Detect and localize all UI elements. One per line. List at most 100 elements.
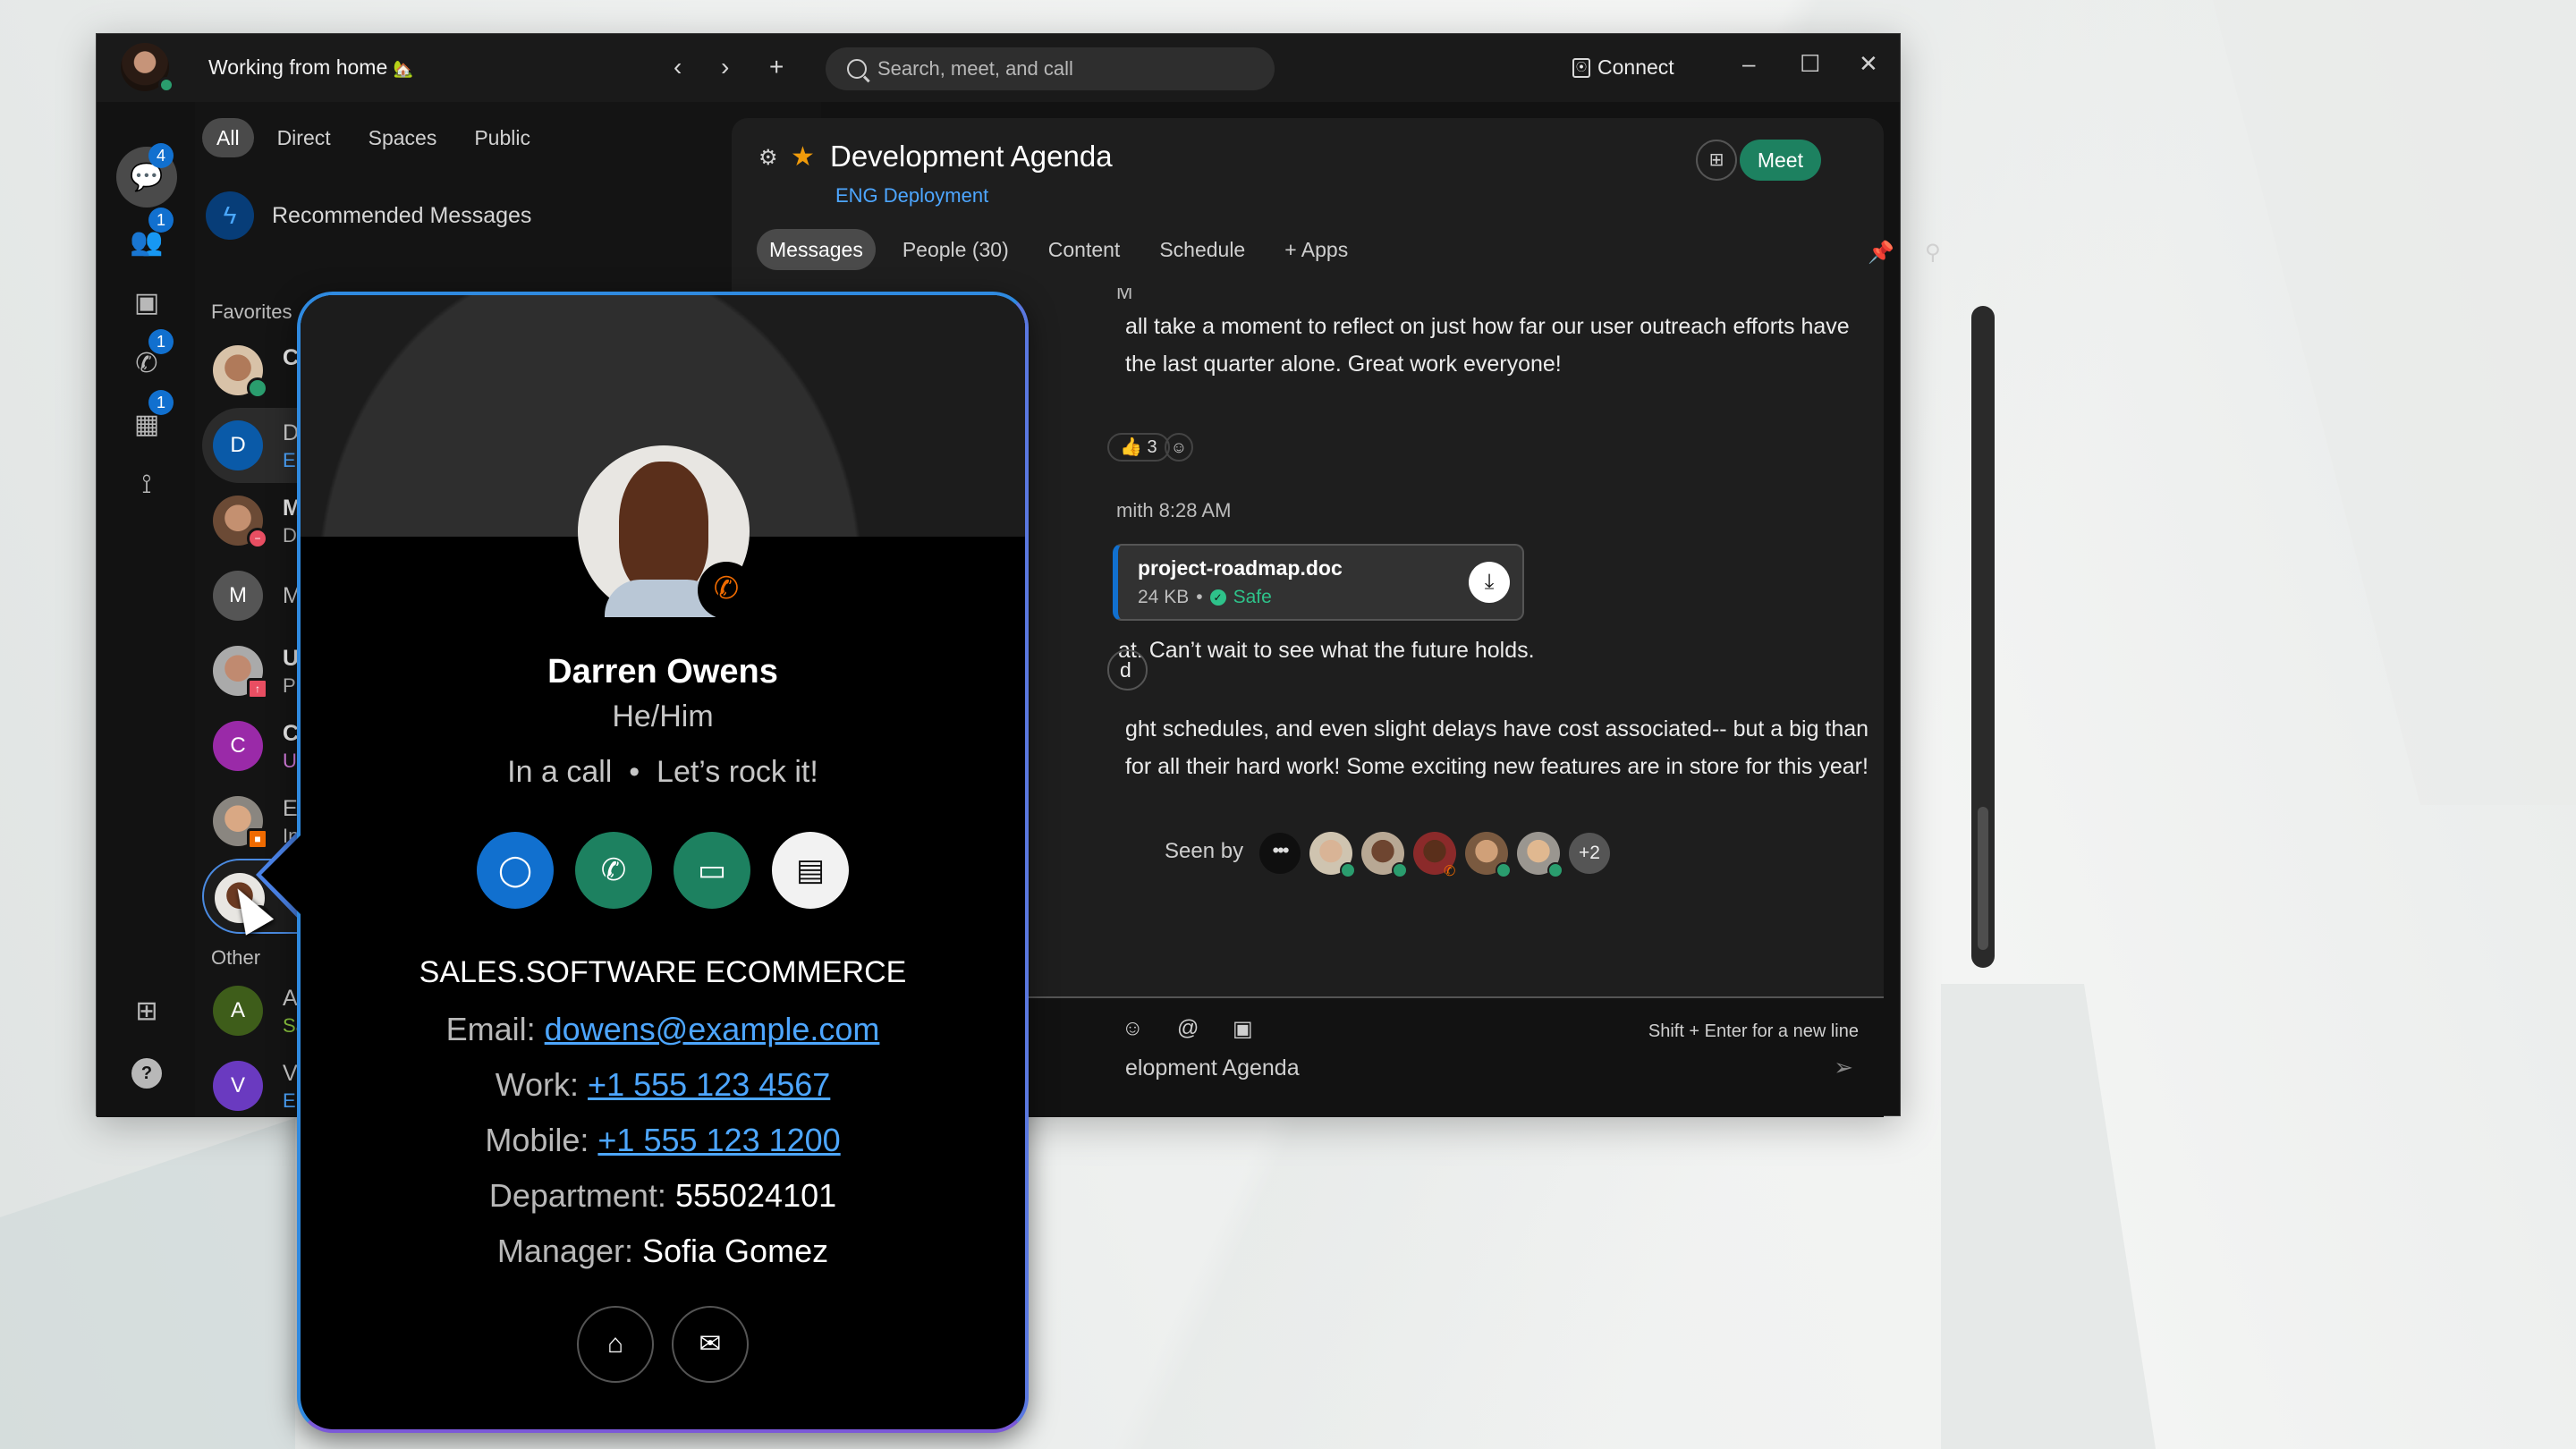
- filter-tabs: All Direct Spaces Public: [202, 118, 545, 157]
- message-button[interactable]: ◯: [477, 832, 554, 909]
- contact-department-row: Department: 555024101: [488, 1177, 837, 1214]
- message-input[interactable]: [1125, 1050, 1823, 1086]
- contact-avatar: ✆: [578, 445, 755, 619]
- back-button[interactable]: ‹: [674, 52, 682, 82]
- seen-by-avatars[interactable]: ••• ✆ +2: [1259, 832, 1610, 879]
- rail-calling[interactable]: ✆ 1: [116, 329, 177, 394]
- connect-button[interactable]: ⦿ Connect: [1572, 55, 1674, 80]
- schedule-meeting-button[interactable]: ⊞: [1696, 140, 1737, 181]
- id-card-icon: ▤: [795, 853, 826, 887]
- file-attachment[interactable]: project-roadmap.doc 24 KB • ✓ Safe ⤓: [1113, 544, 1524, 621]
- contact-actions: ◯ ✆ ▭ ▤: [301, 832, 1025, 909]
- close-button[interactable]: ✕: [1859, 50, 1878, 78]
- filter-all[interactable]: All: [202, 118, 254, 157]
- avatar: ■: [213, 796, 268, 850]
- presence-available-icon: [247, 377, 268, 399]
- email-link[interactable]: dowens@example.com: [545, 1011, 880, 1047]
- settings-gear-icon[interactable]: ⚙: [758, 145, 778, 171]
- filter-spaces[interactable]: Spaces: [354, 118, 452, 157]
- rail-apps[interactable]: ⊞: [116, 980, 177, 1041]
- tab-messages[interactable]: Messages: [757, 229, 876, 270]
- rail-messaging[interactable]: 💬 4: [116, 143, 177, 208]
- thread-pill[interactable]: d: [1107, 649, 1148, 691]
- envelope-icon: ✉: [699, 1329, 722, 1359]
- contact-secondary-actions: ⌂ ✉: [301, 1306, 1025, 1383]
- search-icon: [847, 59, 867, 79]
- view-profile-button[interactable]: ▤: [772, 832, 849, 909]
- mention-icon[interactable]: @: [1177, 1016, 1199, 1041]
- work-phone-link[interactable]: +1 555 123 4567: [588, 1066, 830, 1103]
- presenting-icon: ↑: [247, 678, 268, 699]
- rail-meetings[interactable]: ▦ 1: [116, 390, 177, 454]
- pin-icon[interactable]: 📌: [1868, 240, 1894, 266]
- message-text: all take a moment to reflect on just how…: [1125, 314, 1850, 339]
- team-link[interactable]: ENG Deployment: [835, 184, 988, 208]
- minimize-button[interactable]: –: [1742, 50, 1755, 78]
- unread-badge: 1: [148, 329, 174, 354]
- reaction-thumbs-up[interactable]: 👍 3: [1107, 433, 1170, 462]
- favorite-star-icon[interactable]: ★: [791, 141, 815, 173]
- avatar: V: [213, 1061, 263, 1111]
- in-call-icon: ✆: [698, 562, 755, 619]
- person-tag-icon: ⌂: [606, 1329, 624, 1359]
- forward-button[interactable]: ›: [721, 52, 729, 82]
- nav-rail: 💬 4 👥 1 ▣ ✆ 1 ▦ 1 ⟟ ⊞ ?: [97, 102, 195, 1117]
- calendar-plus-icon: ⊞: [1708, 150, 1724, 170]
- filter-public[interactable]: Public: [460, 118, 545, 157]
- mobile-phone-link[interactable]: +1 555 123 1200: [597, 1122, 840, 1158]
- rail-help[interactable]: ?: [116, 1043, 177, 1104]
- avatar: [1309, 832, 1356, 878]
- more-dots-icon[interactable]: •••: [1259, 833, 1301, 874]
- avatar: [1517, 832, 1563, 878]
- avatar: ↑: [213, 646, 268, 699]
- contact-name: Darren Owens: [547, 653, 778, 691]
- space-title: Development Agenda: [830, 140, 1113, 173]
- contact-organization: SALES.SOFTWARE ECOMMERCE: [419, 955, 907, 989]
- scrollbar-thumb[interactable]: [1978, 807, 1988, 950]
- emoji-icon[interactable]: ☺: [1122, 1016, 1144, 1041]
- message-text: ght schedules, and even slight delays ha…: [1125, 716, 1868, 741]
- search-icon[interactable]: ⚲: [1925, 240, 1941, 266]
- in-meeting-icon: ■: [247, 828, 268, 850]
- tab-apps[interactable]: + Apps: [1272, 229, 1360, 270]
- contact-email-row: Email: dowens@example.com: [445, 1011, 880, 1047]
- my-avatar[interactable]: [121, 43, 174, 93]
- tab-people[interactable]: People (30): [890, 229, 1021, 270]
- unread-badge: 1: [148, 390, 174, 415]
- chat-bubble-icon: ◯: [497, 853, 533, 887]
- phone-icon: ✆: [600, 853, 627, 887]
- in-call-icon: ✆: [1444, 864, 1456, 879]
- tab-content[interactable]: Content: [1036, 229, 1133, 270]
- video-call-button[interactable]: ▭: [674, 832, 750, 909]
- rail-contacts[interactable]: ▣: [116, 272, 177, 333]
- contact-manager-row: Manager: Sofia Gomez: [496, 1233, 829, 1269]
- message-text: the last quarter alone. Great work every…: [1125, 352, 1562, 377]
- search-input[interactable]: [877, 57, 1235, 80]
- send-icon[interactable]: ➢: [1834, 1054, 1853, 1081]
- wallpaper-shape: [2213, 0, 2576, 805]
- add-reaction-icon[interactable]: ☺: [1165, 433, 1193, 462]
- rail-workflows[interactable]: ⟟: [116, 454, 177, 515]
- maximize-button[interactable]: ☐: [1800, 50, 1820, 78]
- download-icon[interactable]: ⤓: [1469, 562, 1510, 603]
- search-bar[interactable]: [826, 47, 1275, 90]
- meet-button[interactable]: Meet: [1739, 140, 1821, 181]
- message-scrollbar[interactable]: [1971, 306, 1995, 968]
- status-message[interactable]: Working from home 🏡: [208, 55, 413, 80]
- seen-more-count[interactable]: +2: [1569, 833, 1610, 874]
- filter-direct[interactable]: Direct: [263, 118, 345, 157]
- presence-available-icon: [158, 77, 174, 93]
- tab-schedule[interactable]: Schedule: [1147, 229, 1258, 270]
- seen-by-label: Seen by: [1165, 839, 1244, 863]
- new-button[interactable]: +: [769, 52, 784, 82]
- recommended-messages[interactable]: ϟ Recommended Messages: [206, 191, 531, 240]
- title-bar: Working from home 🏡 ‹ › + ⦿ Connect – ☐ …: [97, 34, 1900, 102]
- call-button[interactable]: ✆: [575, 832, 652, 909]
- rail-teams[interactable]: 👥 1: [116, 208, 177, 272]
- email-button[interactable]: ✉: [672, 1306, 749, 1383]
- dnd-icon: −: [247, 528, 268, 549]
- org-chart-button[interactable]: ⌂: [577, 1306, 654, 1383]
- contact-card-icon[interactable]: ▣: [1233, 1016, 1253, 1042]
- message-text: at. Can’t wait to see what the future ho…: [1118, 638, 1535, 663]
- composer-hint: Shift + Enter for a new line: [1648, 1021, 1859, 1041]
